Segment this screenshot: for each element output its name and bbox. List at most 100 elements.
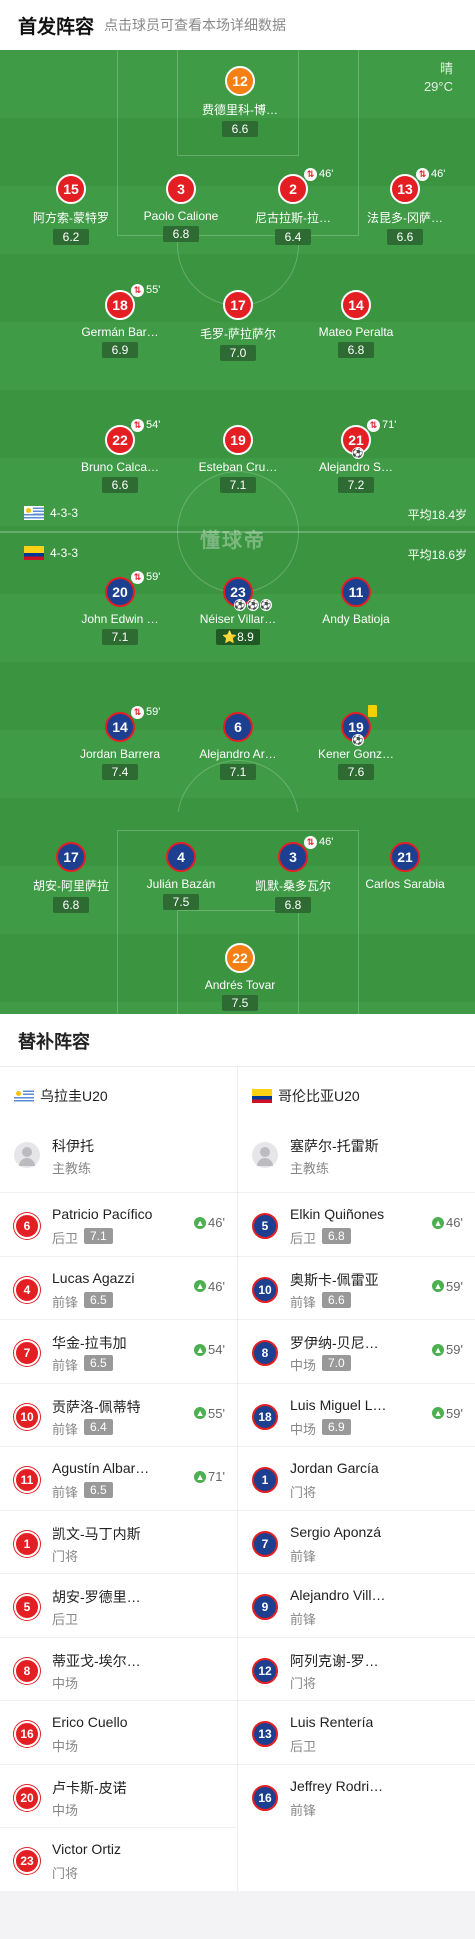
yellow-card-icon: [368, 705, 377, 717]
away-player[interactable]: 17 胡安-阿里萨拉 6.8: [11, 842, 131, 914]
home-player[interactable]: 2 ⇅ 46' 尼古拉斯-拉… 6.4: [233, 168, 353, 246]
goal-ball-icon: ⚽: [234, 599, 246, 611]
bench-player-row[interactable]: 18 Luis Miguel L… 中场 6.9 ▲ 59': [238, 1382, 475, 1447]
bench-player-row[interactable]: 8 蒂亚戈-埃尔… 中场: [0, 1636, 237, 1701]
bench-player-rating: 6.6: [322, 1291, 351, 1308]
player-name: Paolo Calione: [143, 209, 219, 223]
home-coach-name: 科伊托: [52, 1138, 94, 1154]
away-player[interactable]: 23 ⚽ ⚽ ⚽ Néiser Villar… ⭐8.9: [178, 577, 298, 646]
substitution-icon: ⇅: [304, 836, 317, 849]
player-number-badge: 22 ⇅ 54': [105, 419, 160, 455]
bench-player-position: 门将: [290, 1675, 317, 1691]
player-number-badge: 18 ⇅ 55': [105, 284, 160, 320]
bench-player-row[interactable]: 9 Alejandro Vill… 前锋: [238, 1573, 475, 1637]
player-number-badge: 11: [14, 1467, 40, 1493]
substitution-in-time: ▲ 46': [194, 1278, 225, 1294]
home-player[interactable]: 3 Paolo Calione 6.8: [121, 174, 241, 243]
weather-info: 晴 29°C: [424, 60, 453, 96]
bench-player-name: 卢卡斯-皮诺: [52, 1779, 127, 1796]
player-number-badge: 9: [252, 1594, 278, 1620]
goal-ball-icon: ⚽: [352, 447, 364, 459]
bench-player-position: 中场: [290, 1358, 317, 1373]
player-name: Jordan Barrera: [79, 747, 161, 761]
away-player[interactable]: 20 ⇅ 59' John Edwin … 7.1: [60, 571, 180, 646]
away-player[interactable]: 6 Alejandro Ar… 7.1: [178, 712, 298, 781]
bench-player-row[interactable]: 1 Jordan García 门将: [238, 1446, 475, 1510]
bench-player-row[interactable]: 16 Erico Cuello 中场: [0, 1700, 237, 1764]
player-number-badge: 17: [56, 842, 86, 872]
substitution-time: 54': [146, 419, 161, 431]
player-name: Mateo Peralta: [318, 325, 394, 339]
bench-player-name: Alejandro Vill…: [290, 1587, 386, 1603]
bench-player-row[interactable]: 13 Luis Rentería 后卫: [238, 1700, 475, 1764]
player-number-badge: 16: [14, 1721, 40, 1747]
bench-player-row[interactable]: 5 Elkin Quiñones 后卫 6.8 ▲ 46': [238, 1192, 475, 1256]
player-number-badge: 21 ⇅ 71' ⚽: [341, 419, 396, 459]
away-player[interactable]: 11 Andy Batioja: [296, 577, 416, 626]
player-number-badge: 18: [252, 1403, 278, 1430]
pitch: 懂球帝 晴 29°C 4-3-3 平均18.4岁 4-3-3 平均18.6岁 1…: [0, 50, 475, 1014]
bench-player-name: Lucas Agazzi: [52, 1269, 135, 1286]
bench-player-row[interactable]: 10 奥斯卡-佩雷亚 前锋 6.6 ▲ 59': [238, 1255, 475, 1320]
bench-player-rating: 6.4: [84, 1418, 113, 1435]
player-number-badge: 22: [225, 943, 255, 973]
home-player[interactable]: 15 阿方索-蒙特罗 6.2: [11, 174, 131, 246]
lineup-subtitle: 点击球员可查看本场详细数据: [104, 17, 286, 33]
away-player[interactable]: 14 ⇅ 59' Jordan Barrera 7.4: [60, 706, 180, 781]
bench-player-row[interactable]: 12 阿列克谢-罗… 门将: [238, 1636, 475, 1701]
lineup-header: 首发阵容 点击球员可查看本场详细数据: [0, 0, 475, 50]
home-player[interactable]: 22 ⇅ 54' Bruno Calca… 6.6: [60, 419, 180, 494]
bench-player-position: 前锋: [52, 1485, 79, 1500]
bench-player-position: 前锋: [290, 1612, 317, 1627]
bench-player-row[interactable]: 8 罗伊纳-贝尼… 中场 7.0 ▲ 59': [238, 1319, 475, 1383]
bench-player-position: 门将: [52, 1548, 79, 1564]
bench-player-name: Agustín Albar…: [52, 1460, 150, 1476]
bench-player-rating: 7.1: [84, 1228, 113, 1244]
player-name: Germán Bar…: [81, 325, 159, 339]
bench-player-row[interactable]: 7 华金-拉韦加 前锋 6.5 ▲ 54': [0, 1319, 237, 1383]
sub-in-arrow-icon: ▲: [194, 1280, 207, 1292]
bench-player-row[interactable]: 20 卢卡斯-皮诺 中场: [0, 1763, 237, 1828]
player-number-badge: 8: [14, 1657, 40, 1684]
bench-player-row[interactable]: 4 Lucas Agazzi 前锋 6.5 ▲ 46': [0, 1255, 237, 1320]
bench-player-row[interactable]: 23 Victor Ortiz 门将: [0, 1827, 237, 1891]
player-number-badge: 3 ⇅ 46': [278, 836, 333, 872]
away-team-formation-row: 4-3-3: [24, 546, 78, 560]
away-coach-role: 主教练: [290, 1161, 330, 1176]
home-player[interactable]: 13 ⇅ 46' 法昆多-冈萨… 6.6: [345, 168, 465, 246]
bench-player-row[interactable]: 11 Agustín Albar… 前锋 6.5 ▲ 71': [0, 1446, 237, 1510]
bench-player-row[interactable]: 10 贡萨洛-佩蒂特 前锋 6.4 ▲ 55': [0, 1382, 237, 1447]
colombia-flag-icon: [252, 1089, 272, 1103]
substitution-icon: ⇅: [416, 168, 429, 181]
bench-player-position: 中场: [290, 1421, 317, 1437]
home-player[interactable]: 19 Esteban Cru… 7.1: [178, 425, 298, 494]
bench-player-row[interactable]: 5 胡安-罗德里… 后卫: [0, 1573, 237, 1637]
home-player[interactable]: 17 毛罗-萨拉萨尔 7.0: [178, 290, 298, 362]
lineup-title: 首发阵容: [18, 17, 95, 38]
bench-player-row[interactable]: 1 凯文-马丁内斯 门将: [0, 1509, 237, 1574]
away-bench-team: 哥伦比亚U20: [252, 1086, 360, 1106]
bench-player-row[interactable]: 16 Jeffrey Rodri… 前锋: [238, 1763, 475, 1828]
home-player[interactable]: 14 Mateo Peralta 6.8: [296, 290, 416, 359]
player-number-badge: 1: [14, 1530, 40, 1557]
player-number-badge: 7: [14, 1340, 40, 1366]
substitution-time: 46': [319, 836, 334, 848]
bench-player-row[interactable]: 7 Sergio Aponzá 前锋: [238, 1509, 475, 1574]
bench-player-row[interactable]: 6 Patricio Pacífico 后卫 7.1 ▲ 46': [0, 1192, 237, 1256]
home-player[interactable]: 21 ⇅ 71' ⚽ Alejandro S… 7.2: [296, 419, 416, 494]
player-name: 费德里科-博…: [202, 103, 278, 117]
player-number-badge: 3: [166, 174, 196, 204]
away-player[interactable]: 22 Andrés Tovar 7.5: [180, 943, 300, 1012]
home-player[interactable]: 18 ⇅ 55' Germán Bar… 6.9: [60, 284, 180, 359]
away-player[interactable]: 21 Carlos Sarabia: [345, 842, 465, 891]
home-player[interactable]: 12 费德里科-博… 6.6: [180, 66, 300, 138]
colombia-flag-icon: [24, 546, 44, 560]
coach-avatar-icon: [14, 1142, 40, 1168]
bench-player-position: 前锋: [290, 1294, 317, 1310]
player-number-badge: 2 ⇅ 46': [278, 168, 333, 204]
player-rating: 6.4: [275, 229, 311, 245]
away-player[interactable]: 19 ⚽ Kener Gonz… 7.6: [296, 705, 416, 781]
away-player[interactable]: 4 Julián Bazán 7.5: [121, 842, 241, 911]
weather-temperature: 29°C: [423, 79, 453, 94]
away-player[interactable]: 3 ⇅ 46' 凯默-桑多瓦尔 6.8: [233, 836, 353, 914]
